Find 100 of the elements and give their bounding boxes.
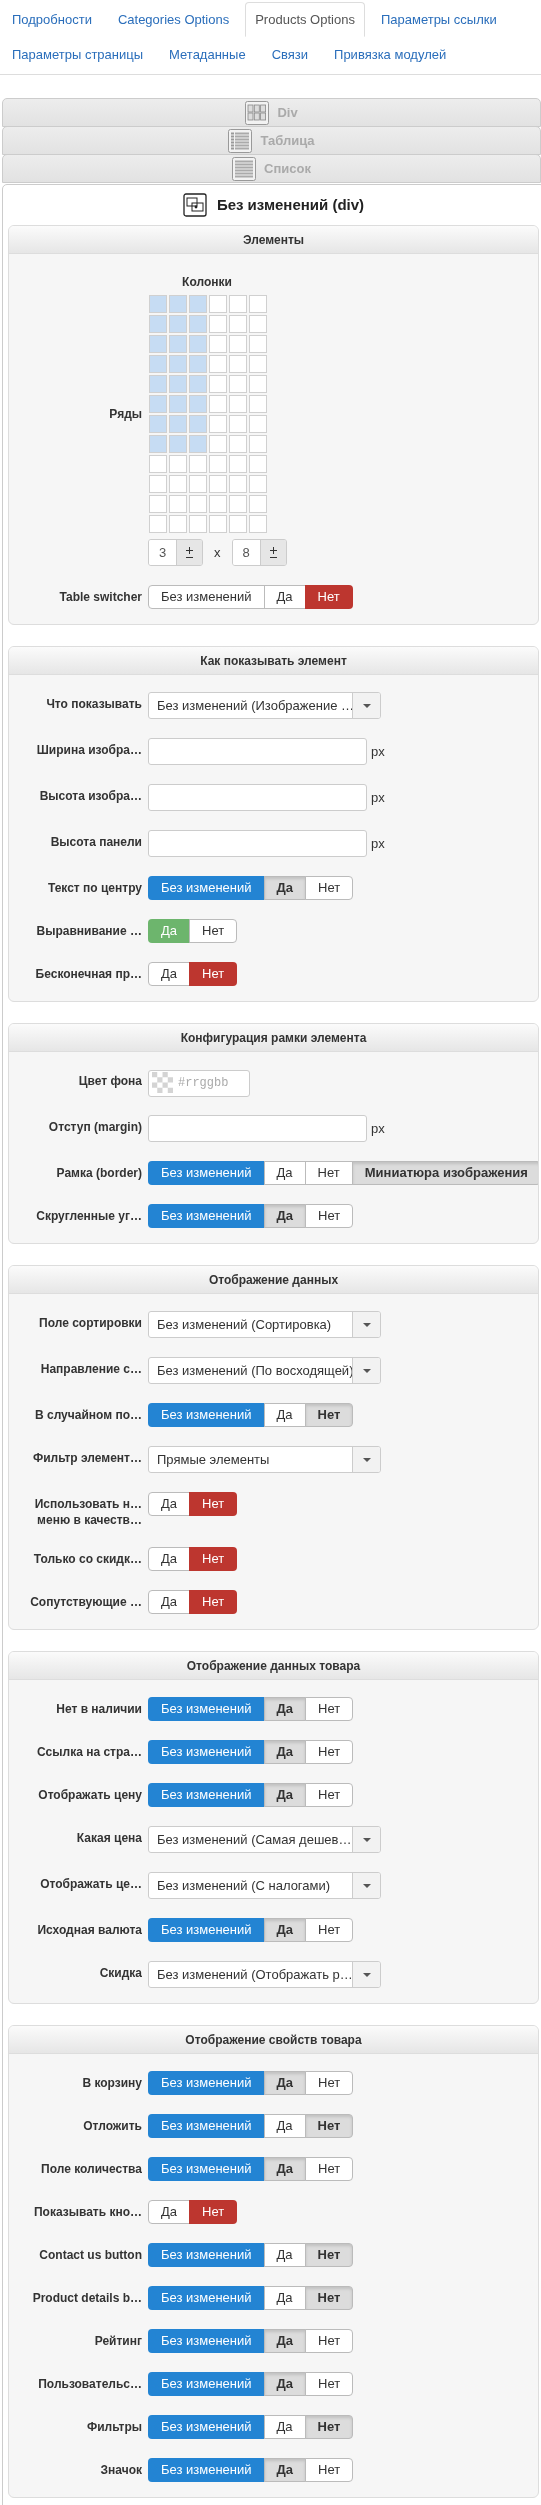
option-button[interactable]: Без изменений bbox=[148, 2458, 265, 2482]
grid-cell[interactable] bbox=[209, 315, 227, 333]
grid-cell[interactable] bbox=[229, 295, 247, 313]
grid-cell[interactable] bbox=[249, 435, 267, 453]
option-button[interactable]: Нет bbox=[189, 962, 238, 986]
option-button[interactable]: Без изменений bbox=[148, 2286, 265, 2310]
option-button[interactable]: Без изменений bbox=[148, 2415, 265, 2439]
option-button[interactable]: Без изменений bbox=[148, 2243, 265, 2267]
text-field[interactable] bbox=[148, 784, 367, 811]
grid-cell[interactable] bbox=[229, 355, 247, 373]
grid-cell[interactable] bbox=[249, 415, 267, 433]
option-button[interactable]: Да bbox=[263, 2243, 306, 2267]
option-button[interactable]: Нет bbox=[305, 1204, 354, 1228]
option-button[interactable]: Да bbox=[263, 1918, 307, 1942]
grid-cell[interactable] bbox=[149, 355, 167, 373]
option-button[interactable]: Без изменений bbox=[148, 2071, 265, 2095]
select-field[interactable]: Без изменений (Самая дешев… bbox=[148, 1826, 381, 1853]
option-button[interactable]: Миниатюра изображения bbox=[351, 1161, 538, 1185]
option-button[interactable]: Нет bbox=[304, 2415, 354, 2439]
tab[interactable]: Параметры ссылки bbox=[370, 2, 507, 37]
grid-cell[interactable] bbox=[229, 475, 247, 493]
grid-cell[interactable] bbox=[209, 355, 227, 373]
tab[interactable]: Метаданные bbox=[159, 37, 256, 72]
grid-cell[interactable] bbox=[189, 435, 207, 453]
text-field[interactable] bbox=[148, 738, 367, 765]
text-field[interactable] bbox=[148, 1115, 367, 1142]
option-button[interactable]: Нет bbox=[189, 1492, 238, 1516]
grid-cell[interactable] bbox=[229, 395, 247, 413]
grid-cell[interactable] bbox=[209, 435, 227, 453]
grid-cell[interactable] bbox=[209, 335, 227, 353]
grid-cell[interactable] bbox=[169, 515, 187, 533]
select-field[interactable]: Без изменений (С налогами) bbox=[148, 1872, 381, 1899]
option-button[interactable]: Да bbox=[148, 1590, 191, 1614]
option-button[interactable]: Нет bbox=[305, 2329, 354, 2353]
grid-cell[interactable] bbox=[169, 335, 187, 353]
grid-cell[interactable] bbox=[249, 315, 267, 333]
grid-cell[interactable] bbox=[209, 295, 227, 313]
option-button[interactable]: Да bbox=[263, 585, 306, 609]
select-field[interactable]: Без изменений (Отображать р… bbox=[148, 1961, 381, 1988]
option-button[interactable]: Нет bbox=[189, 1547, 238, 1571]
grid-cell[interactable] bbox=[189, 335, 207, 353]
option-button[interactable]: Да bbox=[263, 876, 307, 900]
option-button[interactable]: Нет bbox=[305, 1783, 354, 1807]
option-button[interactable]: Без изменений bbox=[148, 2114, 265, 2138]
tab[interactable]: Привязка модулей bbox=[324, 37, 457, 72]
option-button[interactable]: Да bbox=[148, 2200, 191, 2224]
grid-cell[interactable] bbox=[189, 475, 207, 493]
option-button[interactable]: Нет bbox=[189, 919, 238, 943]
option-button[interactable]: Нет bbox=[304, 585, 353, 609]
grid-cell[interactable] bbox=[229, 415, 247, 433]
grid-cell[interactable] bbox=[209, 475, 227, 493]
tab[interactable]: Параметры страницы bbox=[2, 37, 154, 72]
option-button[interactable]: Нет bbox=[305, 1918, 354, 1942]
grid-cell[interactable] bbox=[229, 495, 247, 513]
grid-cell[interactable] bbox=[169, 435, 187, 453]
grid-cell[interactable] bbox=[189, 355, 207, 373]
option-button[interactable]: Нет bbox=[305, 2458, 354, 2482]
grid-cell[interactable] bbox=[149, 455, 167, 473]
grid-cell[interactable] bbox=[229, 515, 247, 533]
grid-cell[interactable] bbox=[229, 435, 247, 453]
grid-cell[interactable] bbox=[249, 495, 267, 513]
grid-cell[interactable] bbox=[249, 395, 267, 413]
option-button[interactable]: Нет bbox=[305, 2157, 354, 2181]
option-button[interactable]: Нет bbox=[304, 1161, 353, 1185]
option-button[interactable]: Да bbox=[148, 962, 191, 986]
grid-cell[interactable] bbox=[229, 335, 247, 353]
option-button[interactable]: Да bbox=[263, 1740, 307, 1764]
option-button[interactable]: Да bbox=[148, 1547, 191, 1571]
grid-cell[interactable] bbox=[169, 355, 187, 373]
option-button[interactable]: Нет bbox=[304, 1403, 354, 1427]
option-button[interactable]: Нет bbox=[304, 2243, 354, 2267]
option-button[interactable]: Да bbox=[263, 2415, 306, 2439]
option-button[interactable]: Без изменений bbox=[148, 1161, 265, 1185]
option-button[interactable]: Нет bbox=[305, 876, 354, 900]
grid-cell[interactable] bbox=[149, 395, 167, 413]
grid-cell[interactable] bbox=[169, 495, 187, 513]
grid-cell[interactable] bbox=[229, 375, 247, 393]
grid-cell[interactable] bbox=[169, 455, 187, 473]
grid-cell[interactable] bbox=[149, 415, 167, 433]
grid-cell[interactable] bbox=[189, 395, 207, 413]
option-button[interactable]: Нет bbox=[189, 1590, 238, 1614]
option-button[interactable]: Без изменений bbox=[148, 2329, 265, 2353]
grid-cell[interactable] bbox=[209, 515, 227, 533]
grid-cell[interactable] bbox=[149, 375, 167, 393]
option-button[interactable]: Нет bbox=[305, 1740, 354, 1764]
option-button[interactable]: Да bbox=[263, 1697, 307, 1721]
select-field[interactable]: Без изменений (Изображение … bbox=[148, 692, 381, 719]
option-button[interactable]: Без изменений bbox=[148, 1403, 265, 1427]
option-button[interactable]: Нет bbox=[305, 2372, 354, 2396]
grid-cell[interactable] bbox=[249, 375, 267, 393]
option-button[interactable]: Да bbox=[263, 2071, 307, 2095]
option-button[interactable]: Да bbox=[263, 1204, 307, 1228]
grid-cell[interactable] bbox=[189, 495, 207, 513]
option-button[interactable]: Без изменений bbox=[148, 2372, 265, 2396]
tab[interactable]: Products Options bbox=[245, 2, 365, 37]
option-button[interactable]: Да bbox=[148, 1492, 191, 1516]
option-button[interactable]: Да bbox=[263, 2329, 307, 2353]
grid-cell[interactable] bbox=[149, 335, 167, 353]
grid-cell[interactable] bbox=[169, 475, 187, 493]
grid-cell[interactable] bbox=[149, 315, 167, 333]
